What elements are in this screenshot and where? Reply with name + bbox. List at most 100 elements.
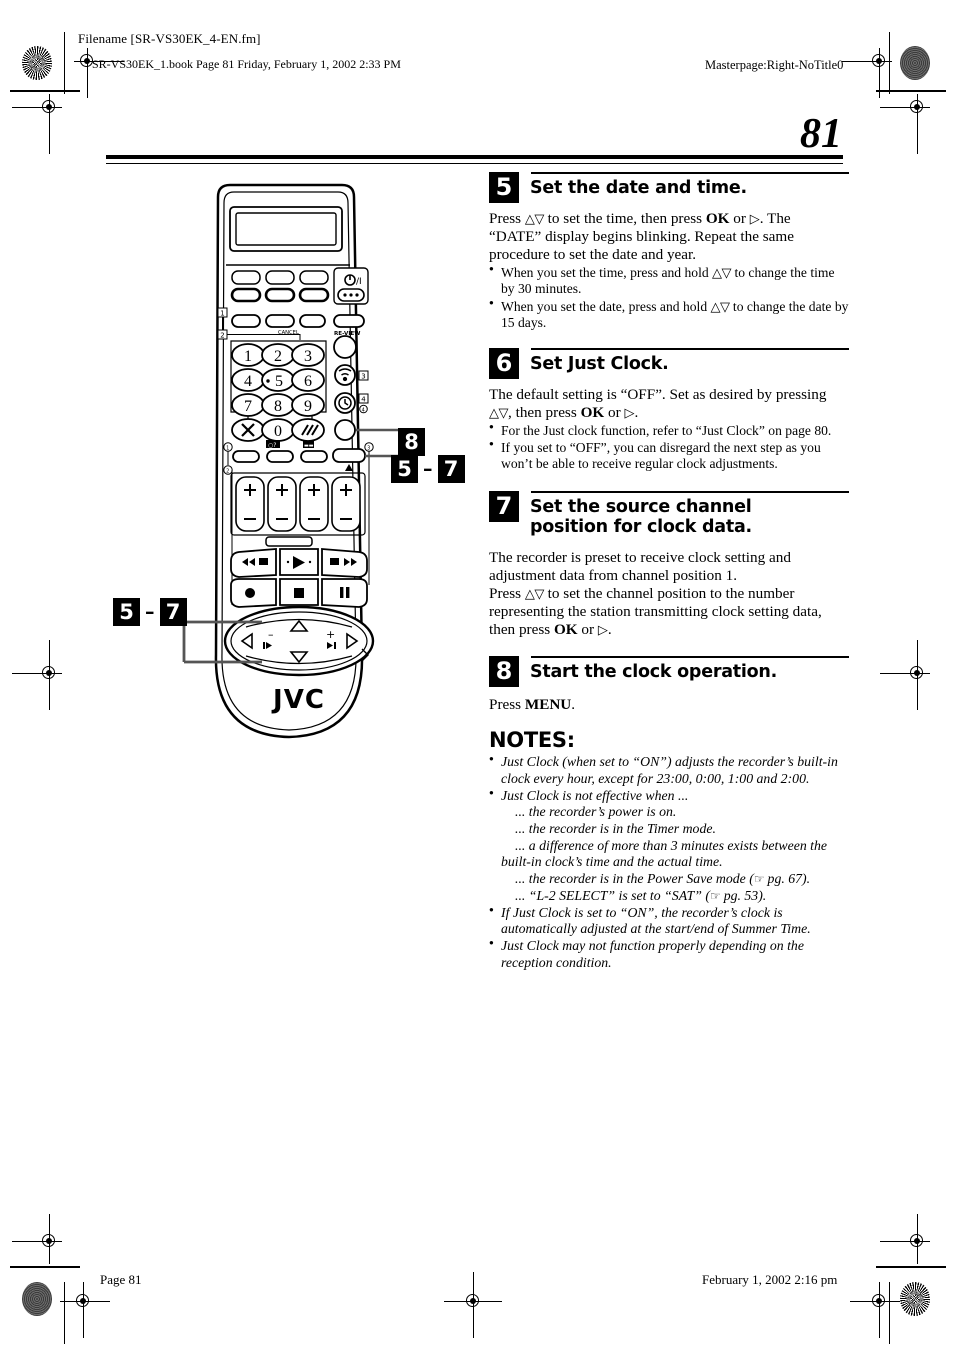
registration-target-top-left [22, 46, 52, 80]
key-5-nub [266, 379, 270, 383]
notes-heading: NOTES: [489, 728, 575, 753]
svg-text:4: 4 [361, 396, 366, 404]
page-frame-right-bottom [889, 1282, 890, 1344]
page-title-rule-thin [106, 163, 843, 164]
step-5-title: Set the date and time. [530, 178, 747, 198]
step-5-line-3: procedure to set the date and year. [489, 246, 697, 264]
instructions-column: 5 Set the date and time. Press △▽ to set… [489, 172, 849, 971]
step-7-line-1: The recorder is preset to receive clock … [489, 548, 791, 566]
registration-crosshair-bottom-center [444, 1272, 502, 1338]
marker-circle-2-label: 2 [226, 468, 229, 474]
svg-text:1: 1 [244, 348, 252, 365]
registration-crosshair-right-upper [880, 94, 930, 154]
note-item-2-sub-5: ... “L-2 SELECT” is set to “SAT” (☞ pg. … [515, 887, 767, 903]
callout-5-7-top-from: 5 [391, 455, 418, 483]
callout-5-7-top-dash: – [423, 457, 433, 480]
note-item-3: If Just Clock is set to “ON”, the record… [489, 905, 849, 938]
step-7-rule [531, 490, 849, 493]
step-7-title: Set the source channel position for cloc… [530, 496, 752, 538]
registration-crosshair-bottom-left [60, 1282, 110, 1338]
step-7-line-4: representing the station transmitting cl… [489, 603, 822, 621]
step-8-rule [531, 656, 849, 659]
step-6-body: The default setting is “OFF”. Set as des… [489, 386, 849, 473]
power-dots-icon [343, 293, 359, 297]
footer-timestamp: February 1, 2002 2:16 pm [702, 1272, 838, 1287]
page-title-rule [106, 155, 843, 159]
step-8-badge: 8 [489, 656, 519, 688]
page-frame-left [64, 32, 65, 94]
svg-text:6: 6 [304, 373, 312, 390]
step-5-bullets: When you set the time, press and hold △▽… [489, 264, 849, 331]
cursor-minus-label: – [268, 628, 274, 641]
step-block-5: 5 Set the date and time. Press △▽ to set… [489, 172, 849, 331]
step-7-line-3: Press △▽ to set the channel position to … [489, 585, 795, 603]
step-6-line-1: The default setting is “OFF”. Set as des… [489, 385, 827, 403]
step-6-line-2: △▽, then press OK or ▷. [489, 404, 639, 421]
note-item-4-text: Just Clock may not function properly dep… [501, 937, 804, 970]
step-6-rule [531, 347, 849, 350]
remote-power-group: /I [333, 267, 369, 305]
callout-8-number: 8 [398, 428, 425, 456]
step-6-badge: 6 [489, 347, 519, 379]
note-item-2-sub-3: ... a difference of more than 3 minutes … [501, 837, 828, 870]
registration-crosshair-left-middle [12, 640, 62, 710]
note-item-2-sub-2: ... the recorder is in the Timer mode. [515, 821, 716, 837]
step-5-header: 5 Set the date and time. [489, 172, 849, 203]
svg-text:/I: /I [356, 277, 362, 287]
marker-4: 4 4 [358, 393, 369, 414]
page-frame-left-bottom [64, 1282, 65, 1344]
callout-5-7-bottom-to: 7 [159, 598, 187, 626]
step-7-body: The recorder is preset to receive clock … [489, 549, 849, 639]
step-5-line-1: Press △▽ to set the time, then press OK … [489, 210, 791, 227]
step-block-8: 8 Start the clock operation. Press MENU. [489, 656, 849, 714]
step-6-bullet-2: If you set to “OFF”, you can disregard t… [489, 439, 849, 472]
remote-top-button-row-2 [230, 287, 330, 303]
step-8-line-1: Press MENU. [489, 696, 576, 714]
header-filename: Filename [SR-VS30EK_4-EN.fm] [78, 31, 261, 46]
step-block-6: 6 Set Just Clock. The default setting is… [489, 347, 849, 473]
step-8-body: Press MENU. [489, 696, 849, 714]
note-item-3-text: If Just Clock is set to “ON”, the record… [501, 904, 811, 937]
crop-mark-top-right [876, 90, 946, 92]
svg-text:8: 8 [274, 398, 282, 415]
marker-circle-1-label: 1 [226, 445, 229, 451]
step-5-bullet-1: When you set the time, press and hold △▽… [489, 264, 849, 297]
step-5-body: Press △▽ to set the time, then press OK … [489, 210, 849, 331]
note-item-2: Just Clock is not effective when ... ...… [489, 788, 849, 905]
marker-3: 3 [358, 370, 369, 381]
step-5-rule [531, 172, 849, 174]
callout-5-7-top: 5 – 7 [391, 455, 465, 483]
svg-text:4: 4 [244, 373, 252, 390]
step-6-header: 6 Set Just Clock. [489, 347, 849, 379]
note-item-2-sub-1: ... the recorder’s power is on. [515, 804, 677, 820]
svg-text:2: 2 [220, 332, 224, 340]
registration-target-bottom-left [22, 1282, 52, 1316]
step-5-bullet-2: When you set the date, press and hold △▽… [489, 298, 849, 331]
step-5-badge: 5 [489, 172, 519, 203]
step-5-line-2: “DATE” display begins blinking. Repeat t… [489, 228, 794, 246]
header-masterpage: Masterpage:Right-NoTitle0 [705, 58, 844, 72]
step-7-header: 7 Set the source channel position for cl… [489, 490, 849, 538]
notes-list: Just Clock (when set to “ON”) adjusts th… [489, 754, 849, 971]
callout-5-7-top-to: 7 [437, 455, 465, 483]
registration-crosshair-left-upper [12, 94, 62, 154]
svg-text:3: 3 [304, 348, 312, 365]
registration-crosshair-right-lower [880, 1214, 930, 1264]
svg-text:9: 9 [304, 398, 312, 415]
registration-crosshair-right-middle [880, 640, 930, 710]
step-6-title: Set Just Clock. [530, 353, 669, 374]
cursor-plus-label: + [326, 628, 335, 641]
label-cancel: CANCEL [278, 330, 299, 336]
marker-circle-3-label: 3 [367, 445, 370, 451]
note-item-2-sub-4: ... the recorder is in the Power Save mo… [515, 871, 811, 887]
note-item-4: Just Clock may not function properly dep… [489, 938, 849, 971]
svg-text:○?: ○? [268, 442, 276, 449]
registration-target-bottom-right [900, 1282, 930, 1316]
page-frame-right [889, 32, 890, 94]
step-8-header: 8 Start the clock operation. [489, 656, 849, 688]
registration-target-top-right [900, 46, 930, 80]
note-item-1-text: Just Clock (when set to “ON”) adjusts th… [501, 754, 838, 787]
svg-text:2: 2 [274, 348, 282, 365]
slim-button [265, 536, 313, 547]
svg-text:5: 5 [275, 373, 283, 390]
